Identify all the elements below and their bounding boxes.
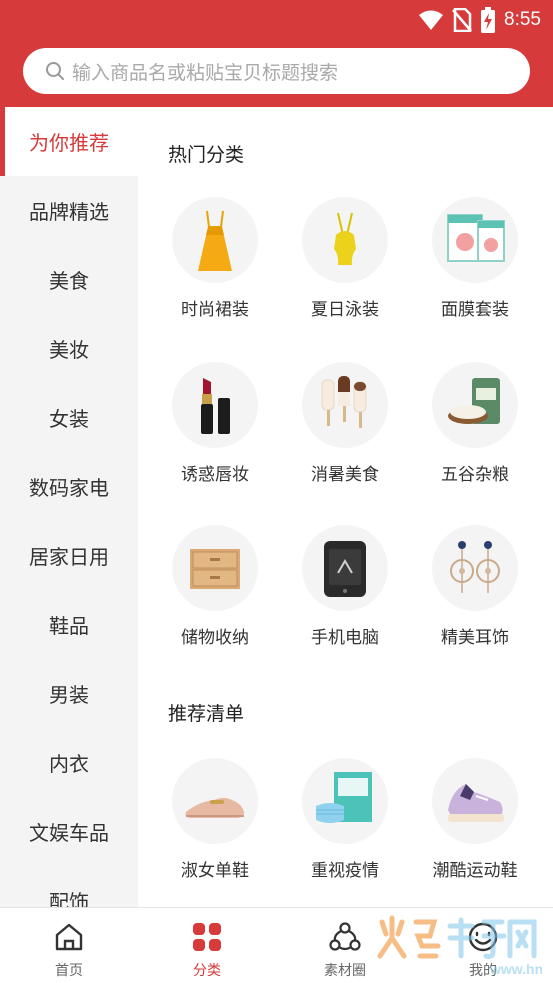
search-bar[interactable]: 输入商品名或粘贴宝贝标题搜索 [23, 48, 530, 94]
grid-item-earrings[interactable]: 精美耳饰 [410, 525, 540, 648]
facemask-box-icon [432, 197, 518, 283]
sidebar-item-label: 美食 [49, 269, 89, 293]
tab-label: 首页 [55, 963, 83, 979]
grid-item-grains[interactable]: 五谷杂粮 [410, 362, 540, 485]
profile-icon [468, 922, 498, 952]
sidebar-item-recommend[interactable]: 为你推荐 [0, 107, 138, 176]
tab-label: 分类 [193, 963, 221, 979]
grid-item-label: 重视疫情 [311, 861, 379, 881]
category-content[interactable]: 热门分类 时尚裙装 夏日泳装 面膜套装 诱惑唇妆 消暑美食 五谷杂粮 储物收纳 … [138, 107, 553, 907]
tab-category[interactable]: 分类 [138, 908, 276, 983]
grid-item-label: 潮酷运动鞋 [432, 861, 518, 881]
sidebar-item-food[interactable]: 美食 [0, 245, 138, 314]
section-title-hot: 热门分类 [168, 144, 245, 166]
grid-item-label: 诱惑唇妆 [181, 465, 249, 485]
tab-label: 素材圈 [324, 963, 366, 979]
grid-item-facemask[interactable]: 面膜套装 [410, 197, 540, 320]
section-title-recommend: 推荐清单 [168, 703, 245, 725]
lipstick-icon [172, 362, 258, 448]
status-icons: 8:55 [418, 6, 541, 34]
grid-item-icecream[interactable]: 消暑美食 [280, 362, 410, 485]
grid-item-lipstick[interactable]: 诱惑唇妆 [150, 362, 280, 485]
sidebar-item-mens[interactable]: 男装 [0, 659, 138, 728]
grid-item-label: 夏日泳装 [311, 300, 379, 320]
app-header: 8:55 输入商品名或粘贴宝贝标题搜索 [0, 0, 553, 107]
sidebar-item-accessories[interactable]: 配饰 [0, 866, 138, 907]
sidebar-item-label: 男装 [49, 683, 89, 707]
grid-item-label: 五谷杂粮 [441, 465, 509, 485]
grid-item-storage[interactable]: 储物收纳 [150, 525, 280, 648]
home-icon [55, 923, 83, 951]
bottom-tab-bar: 首页 分类 素材圈 我的 [0, 907, 553, 983]
tab-home[interactable]: 首页 [0, 908, 138, 983]
sidebar-item-home[interactable]: 居家日用 [0, 521, 138, 590]
sidebar-item-digital[interactable]: 数码家电 [0, 452, 138, 521]
sidebar-item-label: 配饰 [49, 890, 89, 907]
status-time: 8:55 [504, 9, 541, 30]
no-sim-icon [452, 8, 472, 32]
ice-cream-icon [302, 362, 388, 448]
category-icon [193, 923, 221, 951]
sidebar-item-label: 女装 [49, 407, 89, 431]
sidebar-item-label: 数码家电 [29, 476, 109, 500]
tab-label: 我的 [469, 963, 497, 979]
search-placeholder: 输入商品名或粘贴宝贝标题搜索 [72, 61, 339, 84]
grid-item-label: 面膜套装 [441, 300, 509, 320]
grid-item-label: 手机电脑 [311, 628, 379, 648]
swimsuit-icon [302, 197, 388, 283]
grid-item-label: 时尚裙装 [181, 300, 249, 320]
grid-item-flat-shoe[interactable]: 淑女单鞋 [150, 758, 280, 881]
medical-mask-icon [302, 758, 388, 844]
category-sidebar[interactable]: 为你推荐 品牌精选 美食 美妆 女装 数码家电 居家日用 鞋品 男装 内衣 文娱… [0, 107, 138, 907]
battery-charging-icon [481, 7, 496, 33]
sidebar-item-womens[interactable]: 女装 [0, 383, 138, 452]
sidebar-item-label: 为你推荐 [29, 131, 109, 155]
sidebar-item-brand[interactable]: 品牌精选 [0, 176, 138, 245]
tab-material[interactable]: 素材圈 [276, 908, 414, 983]
sidebar-item-underwear[interactable]: 内衣 [0, 728, 138, 797]
grid-item-label: 储物收纳 [181, 628, 249, 648]
sidebar-item-entertainment[interactable]: 文娱车品 [0, 797, 138, 866]
grid-item-swimsuit[interactable]: 夏日泳装 [280, 197, 410, 320]
dress-icon [172, 197, 258, 283]
sidebar-item-label: 内衣 [49, 752, 89, 776]
grid-item-label: 消暑美食 [311, 465, 379, 485]
sidebar-item-label: 文娱车品 [29, 821, 109, 845]
grid-item-mask[interactable]: 重视疫情 [280, 758, 410, 881]
grid-item-phone[interactable]: 手机电脑 [280, 525, 410, 648]
material-circle-icon [329, 922, 361, 951]
grid-item-label: 精美耳饰 [441, 628, 509, 648]
wifi-icon [419, 10, 444, 30]
flat-shoe-icon [172, 758, 258, 844]
status-bar: 8:55 [0, 0, 553, 40]
grid-item-label: 淑女单鞋 [181, 861, 249, 881]
storage-drawer-icon [172, 525, 258, 611]
earrings-icon [432, 525, 518, 611]
sidebar-item-makeup[interactable]: 美妆 [0, 314, 138, 383]
sidebar-item-label: 鞋品 [49, 614, 89, 638]
phone-icon [302, 525, 388, 611]
rice-bag-icon [432, 362, 518, 448]
sidebar-item-label: 美妆 [49, 338, 89, 362]
grid-item-sneaker[interactable]: 潮酷运动鞋 [410, 758, 540, 881]
search-icon [46, 62, 64, 80]
sidebar-item-shoes[interactable]: 鞋品 [0, 590, 138, 659]
tab-profile[interactable]: 我的 [414, 908, 552, 983]
grid-item-dress[interactable]: 时尚裙装 [150, 197, 280, 320]
sidebar-item-label: 品牌精选 [29, 200, 109, 224]
sneaker-icon [432, 758, 518, 844]
sidebar-item-label: 居家日用 [29, 545, 109, 569]
